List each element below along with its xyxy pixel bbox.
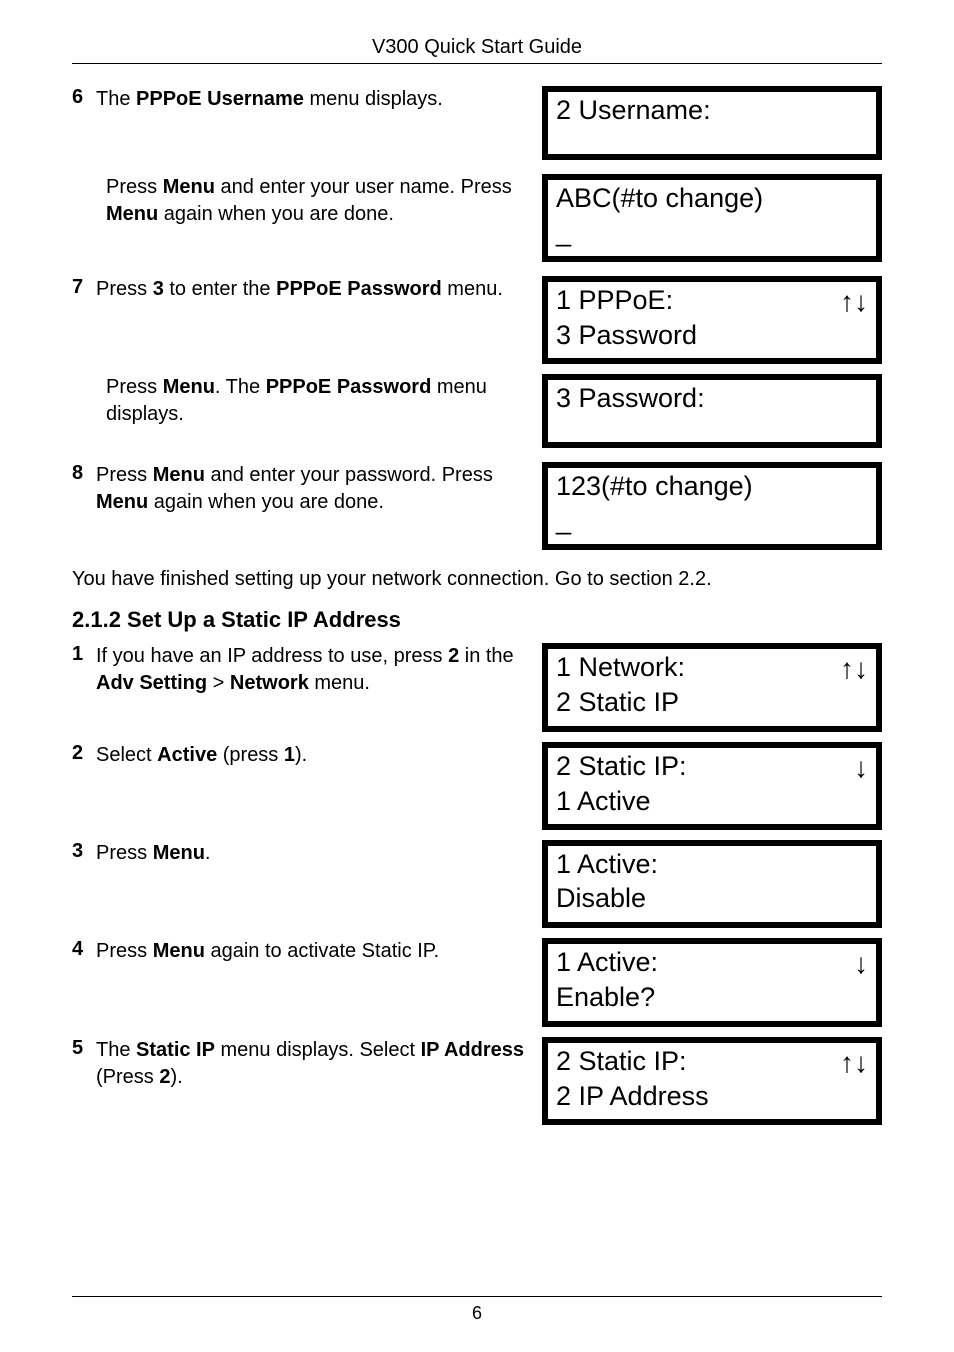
- lcd-line2: Disable: [556, 882, 868, 916]
- step-text: The PPPoE Username menu displays.: [96, 86, 443, 113]
- lcd-display: 1 PPPoE: ↑↓ 3 Password: [542, 276, 882, 365]
- lcd-line2: 2 IP Address: [556, 1080, 868, 1114]
- lcd-line1: 3 Password:: [556, 382, 705, 416]
- lcd-display: 2 Static IP: ↓ 1 Active: [542, 742, 882, 831]
- lcd-line2: _: [556, 504, 868, 538]
- lcd-display: 2 Static IP: ↑↓ 2 IP Address: [542, 1037, 882, 1126]
- lcd-line1: 2 Static IP:: [556, 750, 687, 784]
- lcd-line2: 2 Static IP: [556, 686, 868, 720]
- step-number: 6: [72, 86, 90, 109]
- lcd-line2: Enable?: [556, 981, 868, 1015]
- lcd-line1: 2 Username:: [556, 94, 711, 128]
- lcd-line1: 1 Active:: [556, 946, 658, 980]
- up-down-arrow-icon: ↑↓: [840, 284, 868, 319]
- lcd-line1: ABC(#to change): [556, 182, 763, 216]
- lcd-line1: 1 Network:: [556, 651, 685, 685]
- transition-paragraph: You have finished setting up your networ…: [72, 568, 882, 591]
- step-text: Press Menu and enter your user name. Pre…: [106, 174, 524, 228]
- section-heading: 2.1.2 Set Up a Static IP Address: [72, 607, 882, 633]
- step-text: Press Menu and enter your password. Pres…: [96, 462, 524, 516]
- lcd-line1: 2 Static IP:: [556, 1045, 687, 1079]
- down-arrow-icon: ↓: [854, 946, 868, 981]
- lcd-line1: 123(#to change): [556, 470, 753, 504]
- doc-header-title: V300 Quick Start Guide: [72, 36, 882, 59]
- up-down-arrow-icon: ↑↓: [840, 651, 868, 686]
- step-text: Press Menu. The PPPoE Password menu disp…: [106, 374, 524, 428]
- step-number: 8: [72, 462, 90, 485]
- step-number: 3: [72, 840, 90, 863]
- up-down-arrow-icon: ↑↓: [840, 1045, 868, 1080]
- lcd-line2: _: [556, 216, 868, 250]
- step-text: Press Menu again to activate Static IP.: [96, 938, 439, 965]
- lcd-line2: 1 Active: [556, 785, 868, 819]
- lcd-line2: 3 Password: [556, 319, 868, 353]
- lcd-display: 1 Active: Disable: [542, 840, 882, 928]
- down-arrow-icon: ↓: [854, 750, 868, 785]
- lcd-display: 2 Username:: [542, 86, 882, 160]
- lcd-display: 1 Active: ↓ Enable?: [542, 938, 882, 1027]
- step-text: Press 3 to enter the PPPoE Password menu…: [96, 276, 503, 303]
- step-number: 1: [72, 643, 90, 666]
- page-number: 6: [72, 1303, 882, 1324]
- step-text: If you have an IP address to use, press …: [96, 643, 524, 697]
- step-number: 4: [72, 938, 90, 961]
- step-number: 2: [72, 742, 90, 765]
- lcd-display: 3 Password:: [542, 374, 882, 448]
- lcd-display: 123(#to change) _: [542, 462, 882, 550]
- step-number: 5: [72, 1037, 90, 1060]
- lcd-line1: 1 PPPoE:: [556, 284, 673, 318]
- step-text: Select Active (press 1).: [96, 742, 307, 769]
- step-text: The Static IP menu displays. Select IP A…: [96, 1037, 524, 1091]
- step-number: 7: [72, 276, 90, 299]
- step-text: Press Menu.: [96, 840, 210, 867]
- lcd-line1: 1 Active:: [556, 848, 658, 882]
- header-rule: [72, 63, 882, 64]
- footer-rule: [72, 1296, 882, 1297]
- lcd-display: 1 Network: ↑↓ 2 Static IP: [542, 643, 882, 732]
- lcd-display: ABC(#to change) _: [542, 174, 882, 262]
